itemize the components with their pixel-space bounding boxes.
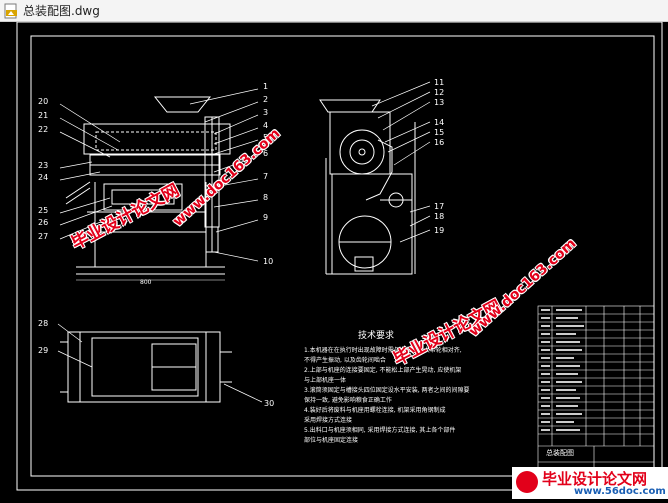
note-line: 不得产生振动, 以及齿轮间啮合 <box>304 356 386 364</box>
leader-label: 15 <box>434 128 444 137</box>
leader-label: 24 <box>38 173 48 182</box>
cad-drawing: 20 21 22 23 24 25 26 27 1 2 3 4 5 6 7 8 … <box>16 21 663 491</box>
leader-label: 14 <box>434 118 444 127</box>
leader-label: 16 <box>434 138 444 147</box>
leader-label: 12 <box>434 88 444 97</box>
side-view <box>319 99 416 275</box>
drawing-canvas[interactable]: 20 21 22 23 24 25 26 27 1 2 3 4 5 6 7 8 … <box>0 21 668 499</box>
leader-label: 8 <box>263 193 268 202</box>
note-line: 2.上部与机座的连接要固定, 不能松上部产生晃动, 应使机架 <box>304 366 461 374</box>
leader-label: 1 <box>263 82 268 91</box>
leader-label: 22 <box>38 125 48 134</box>
leader-label: 18 <box>434 212 444 221</box>
title-bar: 总装配图.dwg <box>0 0 668 22</box>
note-line: 部位与机座固定连接 <box>304 436 358 444</box>
note-line: 3.滚筒须固定与槽接头四位固定设水平安装, 两者之间的间隙要 <box>304 386 470 394</box>
leader-label: 10 <box>263 257 273 266</box>
leader-label: 17 <box>434 202 444 211</box>
dwg-file-icon <box>4 3 17 18</box>
plan-view <box>60 331 232 403</box>
brand-url: www.56doc.com <box>574 486 666 497</box>
leader-label: 11 <box>434 78 444 87</box>
notes-title: 技术要求 <box>358 329 394 341</box>
leader-label: 27 <box>38 232 48 241</box>
technical-notes: 技术要求 1.本机器在在执行时出现故障时需与主轴上的大带轮相对齐, 不得产生振动… <box>304 329 470 444</box>
leader-label: 29 <box>38 346 48 355</box>
leader-label: 30 <box>264 399 274 408</box>
brand-watermark: 毕业设计论文网 www.56doc.com <box>512 467 668 499</box>
note-line: 保持一致, 避免影响粮食正确工作 <box>304 396 392 404</box>
window-title: 总装配图.dwg <box>23 4 100 18</box>
note-line: 5.出料口与机座须相同, 采用焊接方式连接, 其上各个部件 <box>304 426 455 434</box>
leader-label: 20 <box>38 97 48 106</box>
leader-label: 3 <box>263 108 268 117</box>
side-view-labels: 11 12 13 14 15 16 17 18 19 <box>434 78 444 235</box>
note-line: 4.装好后将废料与机座用螺栓连接, 机架采用角钢制成 <box>304 406 446 414</box>
leader-label: 9 <box>263 213 268 222</box>
leader-label: 13 <box>434 98 444 107</box>
leader-label: 7 <box>263 172 268 181</box>
note-line: 采用焊接方式连接 <box>304 416 352 424</box>
note-line: 与上部机座一体 <box>304 376 346 384</box>
leader-label: 25 <box>38 206 48 215</box>
side-view-leaders <box>371 81 431 243</box>
leader-label: 23 <box>38 161 48 170</box>
leader-label: 28 <box>38 319 48 328</box>
leader-label: 2 <box>263 95 268 104</box>
title-block-name: 总装配图 <box>546 448 574 457</box>
leader-label: 19 <box>434 226 444 235</box>
leader-label: 21 <box>38 111 48 120</box>
brand-logo-icon <box>516 471 538 493</box>
leader-label: 26 <box>38 218 48 227</box>
